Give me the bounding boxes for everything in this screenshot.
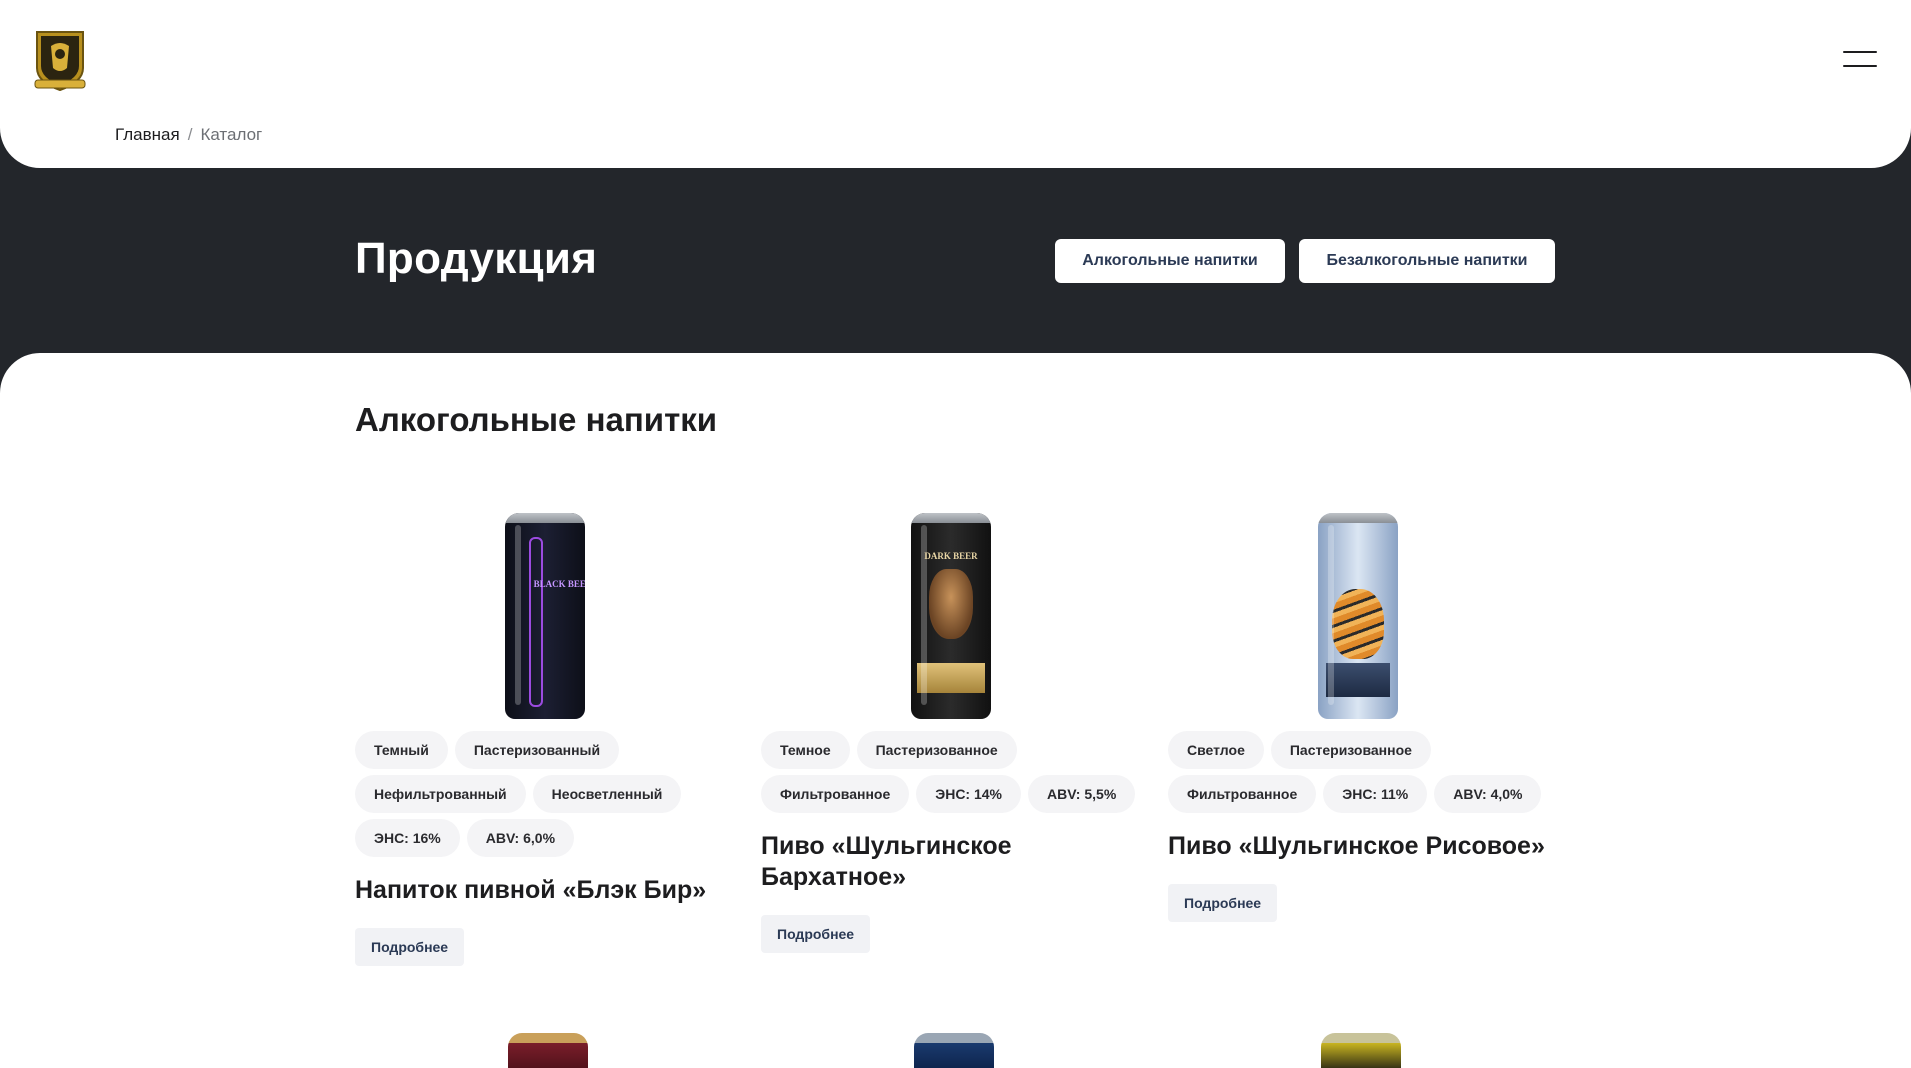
product-can-image[interactable]: [1318, 513, 1398, 719]
section-title: Алкогольные напитки: [355, 401, 718, 438]
catalog-content: Алкогольные напитки BLACK BEER Темный Па…: [0, 353, 1911, 1068]
details-button[interactable]: Подробнее: [761, 915, 871, 953]
product-image-wrap: DARK BEER: [761, 513, 1141, 723]
product-card: Светлое Пастеризованное Фильтрованное ЭН…: [1168, 513, 1548, 922]
breadcrumb-current: Каталог: [200, 125, 263, 144]
product-tag: Фильтрованное: [761, 775, 910, 813]
details-button[interactable]: Подробнее: [355, 928, 465, 966]
product-tag: Светлое: [1168, 731, 1264, 769]
product-tag: Пастеризованное: [856, 731, 1017, 769]
product-tag: ABV: 4,0%: [1434, 775, 1542, 813]
product-tag: Пастеризованное: [1270, 731, 1431, 769]
product-can-image[interactable]: DARK BEER: [911, 513, 991, 719]
product-tag: ABV: 6,0%: [466, 819, 575, 857]
product-tags: Темное Пастеризованное Фильтрованное ЭНС…: [761, 731, 1141, 813]
product-tag: Нефильтрованный: [355, 775, 526, 813]
product-image-wrap: BLACK BEER: [355, 513, 735, 723]
site-header: Главная / Каталог: [0, 0, 1911, 168]
product-tag: ЭНС: 11%: [1323, 775, 1428, 813]
non-alcoholic-drinks-button[interactable]: Безалкогольные напитки: [1299, 239, 1555, 283]
can-label-text: BLACK BEER: [533, 579, 585, 589]
product-can-image-partial[interactable]: [1321, 1033, 1401, 1068]
product-card: DARK BEER Темное Пастеризованное Фильтро…: [761, 513, 1141, 953]
details-button[interactable]: Подробнее: [1168, 884, 1278, 922]
product-can-image-partial[interactable]: [508, 1033, 588, 1068]
product-title[interactable]: Напиток пивной «Блэк Бир»: [355, 875, 735, 906]
hamburger-menu-icon[interactable]: [1843, 49, 1877, 69]
alcoholic-drinks-button[interactable]: Алкогольные напитки: [1055, 239, 1285, 283]
product-image-wrap: [1168, 513, 1548, 723]
product-card: BLACK BEER Темный Пастеризованный Нефиль…: [355, 513, 735, 966]
product-tag: Фильтрованное: [1168, 775, 1317, 813]
brand-logo-icon[interactable]: [31, 28, 89, 92]
product-tag: ABV: 5,5%: [1028, 775, 1136, 813]
product-tag: ЭНС: 14%: [916, 775, 1022, 813]
breadcrumb: Главная / Каталог: [115, 125, 262, 145]
product-can-image-partial[interactable]: [914, 1033, 994, 1068]
menu-line: [1843, 65, 1877, 67]
product-title[interactable]: Пиво «Шульгинское Бархатное»: [761, 831, 1141, 893]
product-tags: Темный Пастеризованный Нефильтрованный Н…: [355, 731, 735, 857]
page-title: Продукция: [355, 234, 598, 283]
product-can-image[interactable]: BLACK BEER: [505, 513, 585, 719]
product-tag: Пастеризованный: [454, 731, 620, 769]
product-title[interactable]: Пиво «Шульгинское Рисовое»: [1168, 831, 1548, 862]
breadcrumb-home-link[interactable]: Главная: [115, 125, 180, 145]
product-tag: ЭНС: 16%: [355, 819, 460, 857]
can-label-text: DARK BEER: [924, 551, 978, 561]
product-tag: Темное: [761, 731, 850, 769]
product-tags: Светлое Пастеризованное Фильтрованное ЭН…: [1168, 731, 1548, 813]
product-tag: Темный: [355, 731, 448, 769]
product-tag: Неосветленный: [532, 775, 682, 813]
breadcrumb-separator: /: [187, 125, 193, 144]
menu-line: [1843, 51, 1877, 53]
